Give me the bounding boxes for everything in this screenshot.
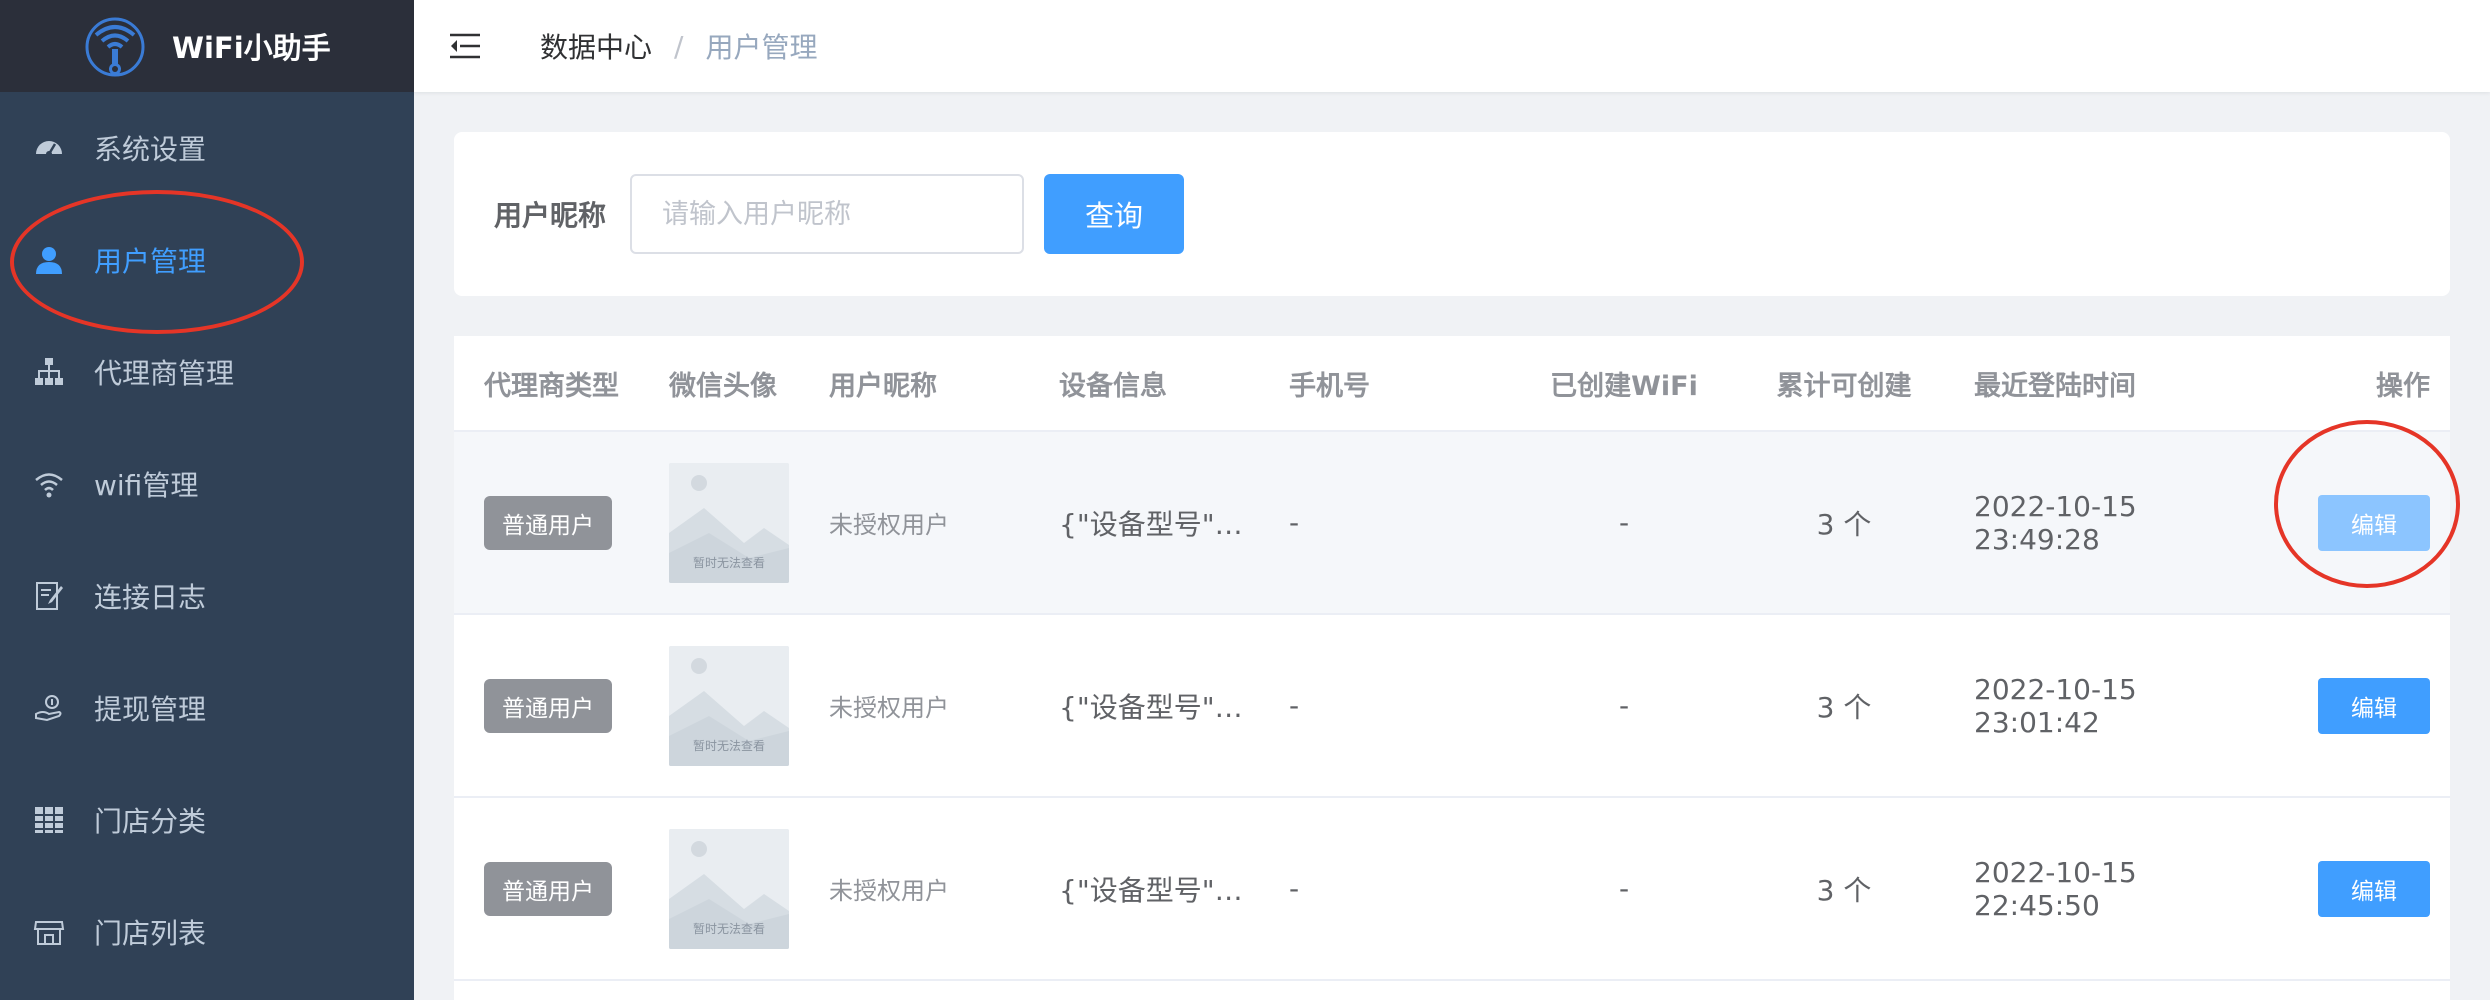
edit-button[interactable]: 编辑 xyxy=(2318,677,2430,734)
sidebar-item-store-category[interactable]: 门店分类 xyxy=(0,764,414,876)
sidebar-item-wifi-management[interactable]: wifi管理 xyxy=(0,428,414,540)
column-header: 用户昵称 xyxy=(829,370,937,402)
phone-cell: - xyxy=(1289,872,1300,905)
wifi-logo-icon xyxy=(85,17,145,77)
device-info-cell: {"设备型号":... xyxy=(1059,507,1249,541)
column-header: 微信头像 xyxy=(669,370,777,402)
sidebar-item-label: 门店列表 xyxy=(94,917,207,950)
user-type-tag: 普通用户 xyxy=(484,678,612,733)
log-icon xyxy=(32,579,66,613)
withdraw-icon xyxy=(32,691,66,725)
avatar: 暂时无法查看 xyxy=(669,645,789,766)
sidebar-item-store-list[interactable]: 门店列表 xyxy=(0,876,414,988)
avatar-placeholder-text: 暂时无法查看 xyxy=(692,738,765,753)
edit-button[interactable]: 编辑 xyxy=(2318,860,2430,917)
column-header: 累计可创建 xyxy=(1776,370,1912,402)
device-info-cell: {"设备型号":... xyxy=(1059,690,1249,724)
store-icon xyxy=(32,915,66,949)
avatar-placeholder-text: 暂时无法查看 xyxy=(692,555,765,570)
top-header: 数据中心 / 用户管理 xyxy=(414,0,2490,92)
user-icon xyxy=(32,243,66,277)
wifi-icon xyxy=(32,467,66,501)
column-header: 手机号 xyxy=(1289,370,1370,402)
column-header: 代理商类型 xyxy=(484,370,619,402)
table-header: 代理商类型 微信头像 用户昵称 设备信息 手机号 已创建WiFi 累计可创建 最… xyxy=(454,336,2450,432)
sidebar-item-label: 系统设置 xyxy=(94,133,207,166)
nickname-cell: 未授权用户 xyxy=(829,877,949,905)
sidebar-item-system-settings[interactable]: 系统设置 xyxy=(0,92,414,204)
sidebar: WiFi小助手 系统设置 用户管理 代理商管理 wifi管理 连接日志 提现管理… xyxy=(0,0,414,1000)
avatar: 暂时无法查看 xyxy=(669,462,789,583)
total-creatable-cell: 3 个 xyxy=(1816,507,1872,541)
column-header: 操作 xyxy=(2376,370,2430,402)
column-header: 设备信息 xyxy=(1059,370,1167,402)
last-login-cell: 2022-10-15 23:49:28 xyxy=(1974,489,2137,556)
sidebar-item-withdraw-management[interactable]: 提现管理 xyxy=(0,652,414,764)
column-header: 最近登陆时间 xyxy=(1974,370,2136,402)
nickname-search-input[interactable] xyxy=(630,174,1025,254)
brand-title: WiFi小助手 xyxy=(172,31,331,65)
total-creatable-cell: 3 个 xyxy=(1816,690,1872,724)
grid-icon xyxy=(32,803,66,837)
sidebar-item-label: wifi管理 xyxy=(94,469,199,502)
avatar: 暂时无法查看 xyxy=(669,828,789,949)
search-panel: 用户昵称 查询 xyxy=(454,132,2450,296)
last-login-cell: 2022-10-15 23:01:42 xyxy=(1974,672,2137,739)
dashboard-icon xyxy=(32,131,66,165)
sidebar-item-label: 门店分类 xyxy=(94,805,207,838)
breadcrumb-item-user-management: 用户管理 xyxy=(705,31,818,64)
query-button[interactable]: 查询 xyxy=(1044,174,1185,254)
user-type-tag: 普通用户 xyxy=(484,495,612,550)
menu-fold-icon[interactable] xyxy=(448,29,482,63)
sidebar-item-label: 提现管理 xyxy=(94,693,207,726)
column-header: 已创建WiFi xyxy=(1550,370,1698,402)
created-wifi-cell: - xyxy=(1618,689,1630,722)
sidebar-item-label: 代理商管理 xyxy=(94,357,235,390)
sidebar-item-user-management[interactable]: 用户管理 xyxy=(0,204,414,316)
brand[interactable]: WiFi小助手 xyxy=(0,0,414,92)
created-wifi-cell: - xyxy=(1618,872,1630,905)
phone-cell: - xyxy=(1289,506,1300,539)
table-row[interactable]: 普通用户 暂时无法查看 未授权用户 {"设备型号":... - - 3 个 20… xyxy=(454,798,2450,981)
breadcrumb-separator: / xyxy=(674,29,684,63)
org-tree-icon xyxy=(32,355,66,389)
last-login-cell: 2022-10-15 22:45:50 xyxy=(1974,855,2137,922)
table-row[interactable]: 普通用户 暂时无法查看 未授权用户 {"设备型号":... - - 3 个 20… xyxy=(454,615,2450,798)
avatar-placeholder-text: 暂时无法查看 xyxy=(692,921,765,936)
user-table: 代理商类型 微信头像 用户昵称 设备信息 手机号 已创建WiFi 累计可创建 最… xyxy=(454,336,2450,1000)
phone-cell: - xyxy=(1289,689,1300,722)
sidebar-item-agent-management[interactable]: 代理商管理 xyxy=(0,316,414,428)
device-info-cell: {"设备型号":... xyxy=(1059,873,1249,907)
table-row[interactable]: 普通用户 暂时无法查看 未授权用户 {"设备型号":... - - 3 个 20… xyxy=(454,432,2450,615)
breadcrumb-item-data-center[interactable]: 数据中心 xyxy=(540,26,652,66)
nickname-cell: 未授权用户 xyxy=(829,511,949,539)
created-wifi-cell: - xyxy=(1618,506,1630,539)
nickname-cell: 未授权用户 xyxy=(829,694,949,722)
sidebar-item-label: 连接日志 xyxy=(94,581,207,614)
user-type-tag: 普通用户 xyxy=(484,861,612,916)
sidebar-item-label: 用户管理 xyxy=(94,245,207,278)
edit-button[interactable]: 编辑 xyxy=(2318,494,2430,551)
total-creatable-cell: 3 个 xyxy=(1816,873,1872,907)
search-label: 用户昵称 xyxy=(494,199,607,232)
sidebar-item-connection-log[interactable]: 连接日志 xyxy=(0,540,414,652)
breadcrumb: 数据中心 / 用户管理 xyxy=(540,26,817,66)
